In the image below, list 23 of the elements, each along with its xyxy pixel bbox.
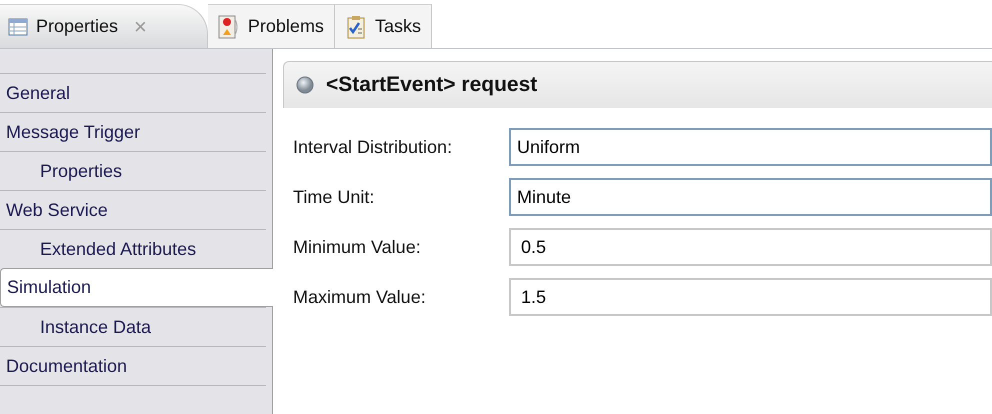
sidebar-item[interactable]: Web Service (0, 190, 266, 229)
field-label: Maximum Value: (293, 286, 427, 308)
sidebar-item[interactable]: Properties (0, 151, 266, 190)
combo-field[interactable]: Uniform (509, 128, 992, 166)
sidebar-item[interactable]: Instance Data (0, 307, 266, 346)
sidebar-item[interactable]: General (0, 73, 266, 112)
section-title: <StartEvent> request (326, 73, 538, 97)
circle-icon (296, 76, 314, 94)
problems-icon (218, 14, 240, 38)
sidebar-item[interactable]: Message Trigger (0, 112, 266, 151)
table-icon (8, 18, 28, 36)
input-field[interactable]: 0.5 (509, 228, 992, 266)
field-label: Interval Distribution: (293, 136, 454, 158)
sidebar-item[interactable]: Simulation (0, 268, 273, 307)
view-tab[interactable]: Problems (208, 4, 335, 48)
combo-field[interactable]: Minute (509, 178, 992, 216)
view-tab[interactable]: Properties × (0, 4, 208, 48)
view-tab[interactable]: Tasks (334, 4, 432, 48)
sidebar-item[interactable]: Documentation (0, 346, 266, 385)
field-label: Minimum Value: (293, 236, 422, 258)
input-field[interactable]: 1.5 (509, 278, 992, 316)
clipboard-check-icon (344, 14, 367, 38)
field-label: Time Unit: (293, 186, 376, 208)
